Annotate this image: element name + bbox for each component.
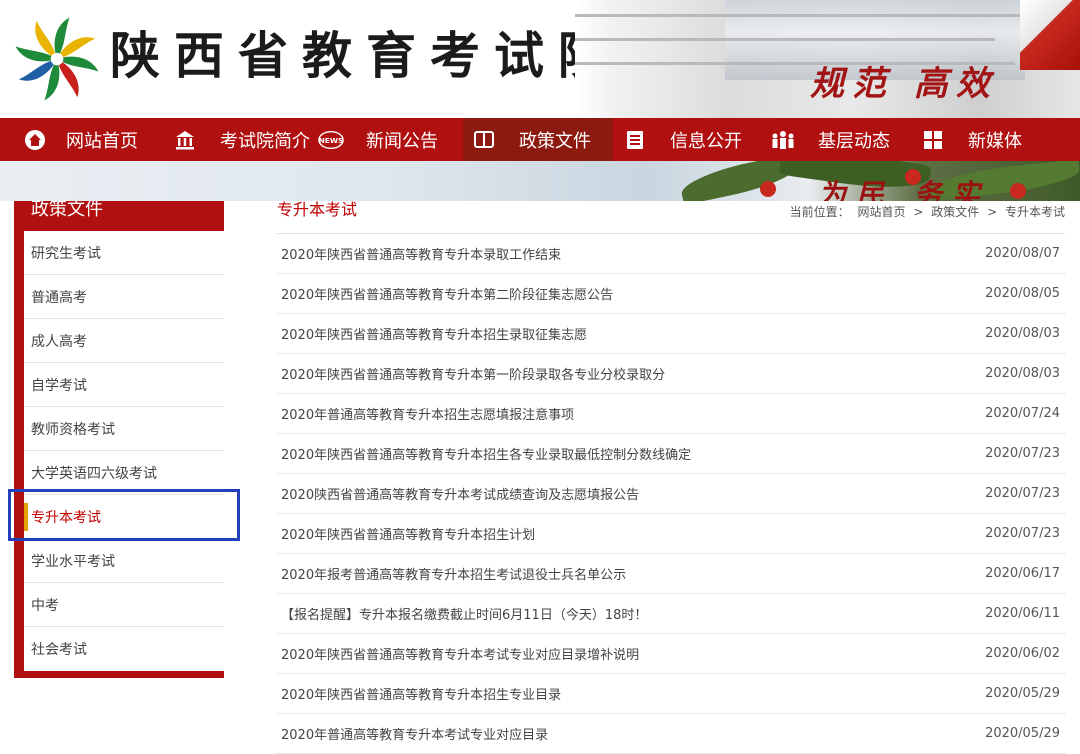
article-title-link[interactable]: 2020年陕西省普通高等教育专升本招生专业目录 [281,684,561,703]
article-date: 2020/05/29 [985,726,1060,741]
nav-item-policy[interactable]: 政策文件 [463,118,613,161]
nav-label: 政策文件 [519,130,591,152]
nav-label: 新媒体 [968,130,1022,152]
list-item[interactable]: 2020年陕西省普通高等教育专升本考试专业对应目录增补说明 2020/06/02 [277,634,1065,674]
banner-slogan: 为民 务实 [818,178,990,201]
article-date: 2020/08/03 [985,366,1060,381]
article-date: 2020/05/29 [985,686,1060,701]
site-title[interactable]: 陕西省教育考试院 [110,26,622,86]
nav-item-home[interactable]: 网站首页 [22,118,138,161]
nav-item-new-media[interactable]: 新媒体 [920,118,1022,161]
article-title-link[interactable]: 2020年陕西省普通高等教育专升本考试专业对应目录增补说明 [281,644,639,663]
people-icon [770,127,796,153]
sidebar-item-cet[interactable]: 大学英语四六级考试 [24,451,224,495]
sidebar-item-social-exam[interactable]: 社会考试 [24,627,224,670]
nav-item-disclosure[interactable]: 信息公开 [622,118,742,161]
sidebar-item-teacher-cert[interactable]: 教师资格考试 [24,407,224,451]
banner-image: 为民 务实 [0,161,1080,201]
sidebar-title: 政策文件 [31,199,103,220]
article-title-link[interactable]: 2020年报考普通高等教育专升本招生考试退役士兵名单公示 [281,564,626,583]
article-title-link[interactable]: 2020陕西省普通高等教育专升本考试成绩查询及志愿填报公告 [281,484,639,503]
nav-item-about[interactable]: 考试院简介 [172,118,310,161]
article-title-link[interactable]: 2020年普通高等教育专升本招生志愿填报注意事项 [281,404,574,423]
article-title-link[interactable]: 2020年陕西省普通高等教育专升本第二阶段征集志愿公告 [281,284,613,303]
sidebar: 政策文件 研究生考试 普通高考 成人高考 自学考试 教师资格考试 大学英语四六级… [14,199,224,678]
sidebar-list: 研究生考试 普通高考 成人高考 自学考试 教师资格考试 大学英语四六级考试 专升… [24,231,224,671]
nav-label: 网站首页 [66,130,138,152]
breadcrumb: 当前位置： 网站首页 > 政策文件 > 专升本考试 [786,203,1065,220]
list-item[interactable]: 2020年陕西省普通高等教育专升本第二阶段征集志愿公告 2020/08/05 [277,274,1065,314]
list-item[interactable]: 2020年陕西省普通高等教育专升本录取工作结束 2020/08/07 [277,234,1065,274]
nav-label: 信息公开 [670,130,742,152]
article-date: 2020/07/23 [985,446,1060,461]
list-item[interactable]: 2020年陕西省普通高等教育专升本招生计划 2020/07/23 [277,514,1065,554]
article-date: 2020/07/23 [985,526,1060,541]
article-date: 2020/08/07 [985,246,1060,261]
breadcrumb-link-home[interactable]: 网站首页 [858,205,906,219]
list-item[interactable]: 2020年陕西省普通高等教育专升本招生录取征集志愿 2020/08/03 [277,314,1065,354]
svg-text:NEWS: NEWS [319,135,344,144]
list-item[interactable]: 【报名提醒】专升本报名缴费截止时间6月11日（今天）18时！ 2020/06/11 [277,594,1065,634]
article-date: 2020/08/03 [985,326,1060,341]
article-title-link[interactable]: 2020年普通高等教育专升本考试专业对应目录 [281,724,548,743]
flag-image [1020,0,1080,70]
article-date: 2020/07/23 [985,486,1060,501]
grid-icon [920,127,946,153]
list-item[interactable]: 2020陕西省普通高等教育专升本考试成绩查询及志愿填报公告 2020/07/23 [277,474,1065,514]
building-icon [172,127,198,153]
list-item[interactable]: 2020年陕西省普通高等教育专升本第一阶段录取各专业分校录取分 2020/08/0… [277,354,1065,394]
sidebar-item-proficiency[interactable]: 学业水平考试 [24,539,224,583]
sidebar-item-zhongkao[interactable]: 中考 [24,583,224,627]
article-title-link[interactable]: 2020年陕西省普通高等教育专升本招生各专业录取最低控制分数线确定 [281,444,691,463]
article-date: 2020/06/11 [985,606,1060,621]
news-icon: NEWS [318,127,344,153]
pinwheel-logo-icon[interactable] [12,14,102,104]
sidebar-item-gaokao[interactable]: 普通高考 [24,275,224,319]
nav-item-grassroots[interactable]: 基层动态 [770,118,890,161]
article-date: 2020/07/24 [985,406,1060,421]
nav-label: 新闻公告 [366,130,438,152]
article-date: 2020/06/17 [985,566,1060,581]
article-title-link[interactable]: 2020年陕西省普通高等教育专升本录取工作结束 [281,244,561,263]
site-header: 陕西省教育考试院 规范 高效 [0,0,1080,118]
article-title-link[interactable]: 2020年陕西省普通高等教育专升本招生计划 [281,524,535,543]
article-title-link[interactable]: 【报名提醒】专升本报名缴费截止时间6月11日（今天）18时！ [281,604,647,623]
document-icon [622,127,648,153]
article-date: 2020/06/02 [985,646,1060,661]
breadcrumb-prefix: 当前位置： [789,205,850,219]
section-title: 专升本考试 [277,200,358,219]
home-icon [22,127,48,153]
sidebar-item-self-study[interactable]: 自学考试 [24,363,224,407]
sidebar-item-graduate[interactable]: 研究生考试 [24,231,224,275]
breadcrumb-link-policy[interactable]: 政策文件 [931,205,979,219]
article-title-link[interactable]: 2020年陕西省普通高等教育专升本第一阶段录取各专业分校录取分 [281,364,665,383]
list-item[interactable]: 2020年普通高等教育专升本考试专业对应目录 2020/05/29 [277,714,1065,754]
list-item[interactable]: 2020年普通高等教育专升本招生志愿填报注意事项 2020/07/24 [277,394,1065,434]
breadcrumb-separator: > [987,205,998,219]
header-slogan: 规范 高效 [810,64,998,104]
breadcrumb-current[interactable]: 专升本考试 [1005,205,1065,219]
list-item[interactable]: 2020年陕西省普通高等教育专升本招生专业目录 2020/05/29 [277,674,1065,714]
main-nav: 网站首页 考试院简介 NEWS 新闻公告 政策文件 信息公开 基层动态 新媒体 [0,118,1080,161]
article-date: 2020/08/05 [985,286,1060,301]
nav-label: 基层动态 [818,130,890,152]
list-item[interactable]: 2020年报考普通高等教育专升本招生考试退役士兵名单公示 2020/06/17 [277,554,1065,594]
sidebar-item-adult-exam[interactable]: 成人高考 [24,319,224,363]
sidebar-item-upgrade-exam[interactable]: 专升本考试 [24,495,224,539]
article-title-link[interactable]: 2020年陕西省普通高等教育专升本招生录取征集志愿 [281,324,587,343]
list-item[interactable]: 2020年陕西省普通高等教育专升本招生各专业录取最低控制分数线确定 2020/07… [277,434,1065,474]
book-icon [471,127,497,153]
nav-label: 考试院简介 [220,130,310,152]
article-list: 2020年陕西省普通高等教育专升本录取工作结束 2020/08/07 2020年陕… [277,233,1065,754]
nav-item-news[interactable]: NEWS 新闻公告 [318,118,438,161]
breadcrumb-separator: > [913,205,924,219]
